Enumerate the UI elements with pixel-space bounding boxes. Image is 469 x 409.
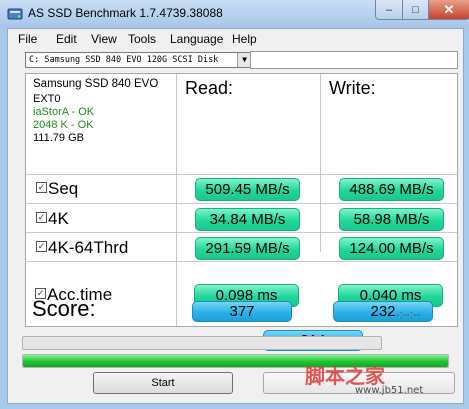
4k64-write-result: 124.00 MB/s: [339, 237, 444, 260]
window-title: AS SSD Benchmark 1.7.4739.38088: [28, 6, 223, 20]
maximize-button[interactable]: □: [402, 0, 429, 20]
test-progress-bar: [22, 336, 382, 350]
4k64-label: 4K-64Thrd: [48, 238, 129, 257]
app-window: AS SSD Benchmark 1.7.4739.38088 – □ ✕ Fi…: [0, 0, 469, 409]
menu-tools[interactable]: Tools: [128, 32, 156, 46]
start-button[interactable]: Start: [93, 372, 233, 394]
menu-language[interactable]: Language: [170, 32, 223, 46]
4k64-checkbox[interactable]: ✓: [36, 241, 47, 252]
driver-status: iaStorA - OK: [33, 106, 95, 118]
title-bar[interactable]: AS SSD Benchmark 1.7.4739.38088 – □ ✕: [0, 0, 469, 28]
seq-read-result: 509.45 MB/s: [195, 178, 300, 201]
elapsed-time: -:--:--: [396, 309, 421, 321]
seq-write-result: 488.69 MB/s: [339, 178, 444, 201]
seq-checkbox[interactable]: ✓: [36, 182, 47, 193]
write-column-header: Write:: [329, 78, 376, 98]
close-button[interactable]: ✕: [428, 0, 469, 20]
4k64-read-result: 291.59 MB/s: [195, 237, 300, 260]
score-label: Score:: [32, 296, 96, 321]
read-column-header: Read:: [185, 78, 234, 98]
menu-file[interactable]: File: [18, 32, 37, 46]
client-area: File Edit View Tools Language Help C: Sa…: [7, 28, 464, 404]
drive-dropdown[interactable]: C: Samsung SSD 840 EVO 120G SCSI Disk ▼: [25, 52, 252, 68]
menu-bar: File Edit View Tools Language Help: [8, 29, 463, 49]
drive-capacity: 111.79 GB: [33, 132, 84, 144]
menu-view[interactable]: View: [91, 32, 117, 46]
4k-checkbox[interactable]: ✓: [36, 212, 47, 223]
menu-help[interactable]: Help: [232, 32, 257, 46]
score-read: 377: [192, 301, 292, 322]
4k-label: 4K: [48, 209, 69, 228]
drive-model: Samsung SSD 840 EVO: [33, 78, 159, 90]
drive-firmware: EXT0: [33, 93, 61, 105]
minimize-button[interactable]: –: [375, 0, 403, 20]
4k-read-result: 34.84 MB/s: [195, 208, 300, 231]
menu-edit[interactable]: Edit: [56, 32, 77, 46]
alignment-status: 2048 K - OK: [33, 119, 94, 131]
drive-info-field: [250, 51, 458, 69]
seq-label: Seq: [48, 179, 79, 198]
as-ssd-drive-icon: [7, 8, 23, 20]
drive-dropdown-value: C: Samsung SSD 840 EVO 120G SCSI Disk: [29, 55, 219, 65]
watermark-url: www.jb51.net: [355, 385, 424, 396]
chevron-down-icon[interactable]: ▼: [237, 53, 251, 67]
4k-write-result: 58.98 MB/s: [339, 208, 444, 231]
